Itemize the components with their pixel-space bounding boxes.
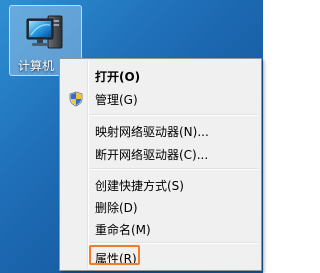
menu-item-map-network-drive[interactable]: 映射网络驱动器(N)...: [62, 120, 259, 142]
context-menu: 打开(O) 管理(G) 映射网络驱动器(N)... 断开网络驱动器(C)... …: [59, 58, 262, 271]
menu-item-open[interactable]: 打开(O): [62, 65, 259, 87]
menu-separator: [90, 168, 258, 170]
menu-separator: [90, 242, 258, 244]
menu-item-label: 管理(G): [95, 93, 138, 107]
menu-item-label: 删除(D): [95, 201, 138, 215]
menu-separator: [90, 114, 258, 116]
menu-item-label: 重命名(M): [95, 223, 151, 237]
menu-item-manage[interactable]: 管理(G): [62, 88, 259, 110]
uac-shield-icon: [69, 91, 83, 107]
menu-item-rename[interactable]: 重命名(M): [62, 218, 259, 240]
computer-icon: [26, 15, 63, 49]
menu-item-label: 打开(O): [95, 70, 141, 84]
menu-item-label: 断开网络驱动器(C)...: [95, 148, 209, 162]
menu-item-label: 映射网络驱动器(N)...: [95, 125, 209, 139]
desktop-icon-label: 计算机: [18, 59, 55, 73]
menu-item-create-shortcut[interactable]: 创建快捷方式(S): [62, 174, 259, 196]
desktop: 计算机 打开(O) 管理(G) 映射网络驱动器(N)... 断开网络驱动器(C)…: [0, 0, 263, 273]
menu-item-label: 创建快捷方式(S): [95, 179, 184, 193]
menu-item-delete[interactable]: 删除(D): [62, 196, 259, 218]
properties-highlight-box: [89, 245, 140, 265]
menu-item-disconnect-network-drive[interactable]: 断开网络驱动器(C)...: [62, 143, 259, 165]
